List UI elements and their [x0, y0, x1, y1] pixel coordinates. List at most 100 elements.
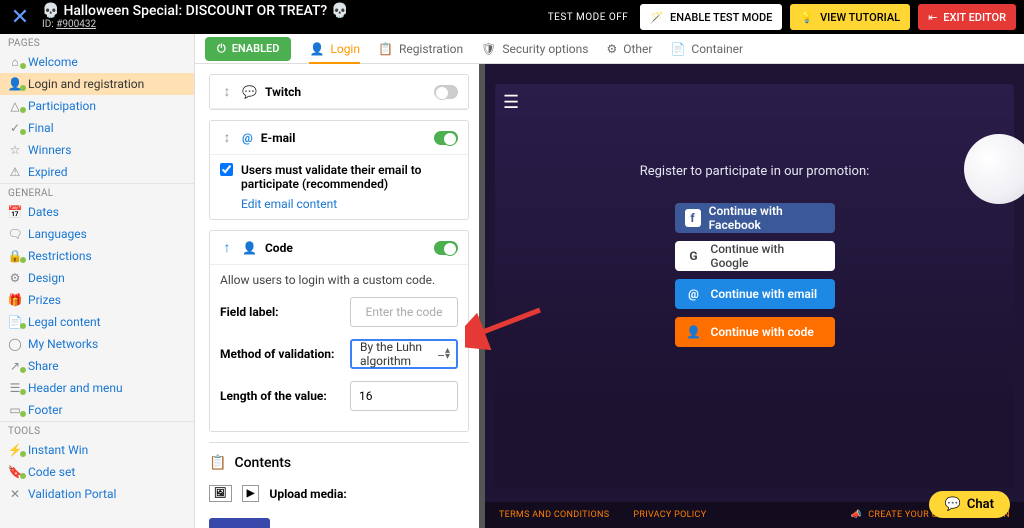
sidebar-item-networks[interactable]: ◯My Networks: [0, 333, 194, 355]
sidebar-section-tools: TOOLS: [0, 421, 194, 439]
config-panel: ↕ 💬 Twitch ↕ @ E-mail: [195, 64, 485, 528]
code-description: Allow users to login with a custom code.: [220, 273, 458, 287]
person-icon: 👤: [242, 241, 257, 255]
twitch-icon: 💬: [242, 85, 257, 99]
image-icon[interactable]: 🖼: [209, 485, 232, 502]
select-value: By the Luhn algorithm: [360, 340, 434, 368]
tab-login[interactable]: 👤Login: [309, 34, 360, 63]
video-icon[interactable]: ▶: [242, 485, 260, 502]
view-tutorial-button[interactable]: 💡 VIEW TUTORIAL: [790, 4, 910, 30]
facebook-icon: f: [685, 209, 701, 227]
sidebar-item-footer[interactable]: ▭Footer: [0, 399, 194, 421]
network-icon: ◯: [8, 337, 22, 351]
tab-other[interactable]: ⚙Other: [606, 34, 652, 63]
chat-icon: 💬: [945, 497, 961, 512]
moon-graphic: [964, 134, 1024, 204]
shield-icon: 🛡: [481, 42, 496, 56]
save-button[interactable]: SAVE: [209, 518, 270, 528]
promo-id: ID: #900432: [42, 19, 349, 30]
sidebar-item-prizes[interactable]: 🎁Prizes: [0, 289, 194, 311]
exit-editor-button[interactable]: ⇤ EXIT EDITOR: [918, 4, 1016, 30]
power-icon: ⏻: [217, 42, 226, 56]
close-editor-icon[interactable]: ✕: [8, 5, 32, 29]
sidebar-item-dates[interactable]: 📅Dates: [0, 201, 194, 223]
sidebar-item-welcome[interactable]: ⌂Welcome: [0, 51, 194, 73]
exit-icon: ⇤: [928, 11, 937, 24]
tab-enabled-toggle[interactable]: ⏻ENABLED: [205, 37, 291, 61]
sidebar-item-login-registration[interactable]: 👤Login and registration: [0, 73, 194, 95]
drag-handle-icon[interactable]: ↕: [220, 83, 234, 100]
upload-media-row: 🖼 ▶ Upload media:: [209, 477, 469, 510]
privacy-link[interactable]: PRIVACY POLICY: [633, 510, 706, 520]
bulb-icon: 💡: [800, 11, 814, 24]
sidebar-item-restrictions[interactable]: 🔒Restrictions: [0, 245, 194, 267]
gift-icon: 🎁: [8, 293, 22, 307]
gear-icon: ⚙: [606, 42, 617, 56]
sidebar-item-code-set[interactable]: 🔖Code set: [0, 461, 194, 483]
skull-icon: 💀: [42, 4, 59, 19]
page-title: 💀 Halloween Special: DISCOUNT OR TREAT? …: [42, 4, 349, 19]
register-title: Register to participate in our promotion…: [640, 164, 870, 179]
tab-registration[interactable]: 📋Registration: [378, 34, 463, 63]
sidebar-item-design[interactable]: ⚙Design: [0, 267, 194, 289]
enable-test-mode-button[interactable]: 🪄 ENABLE TEST MODE: [640, 4, 782, 30]
tab-container[interactable]: 📄Container: [670, 34, 743, 63]
globe-icon: 🗨: [8, 227, 22, 241]
tabs: ⏻ENABLED 👤Login 📋Registration 🛡Security …: [195, 34, 1024, 64]
sidebar-item-expired[interactable]: ⚠Expired: [0, 161, 194, 183]
terms-link[interactable]: TERMS AND CONDITIONS: [499, 510, 609, 520]
login-method-twitch: ↕ 💬 Twitch: [209, 74, 469, 110]
method-validation-select[interactable]: By the Luhn algorithm ▴▾: [350, 339, 458, 369]
toggle-twitch[interactable]: [434, 85, 458, 99]
drag-handle-icon[interactable]: ↕: [220, 129, 234, 146]
sidebar-item-header-menu[interactable]: ☰Header and menu: [0, 377, 194, 399]
hamburger-icon[interactable]: ☰: [503, 92, 519, 113]
card-label: Twitch: [265, 85, 426, 99]
login-method-code: ↑ 👤 Code Allow users to login with a cus…: [209, 230, 469, 432]
promo-id-link[interactable]: #900432: [56, 19, 96, 30]
field-label-label: Field label:: [220, 305, 350, 319]
continue-code-button[interactable]: 👤Continue with code: [675, 317, 835, 347]
toggle-email[interactable]: [434, 131, 458, 145]
caret-icon: ▴▾: [445, 348, 450, 360]
sidebar-item-participation[interactable]: △Participation: [0, 95, 194, 117]
star-icon: ☆: [8, 143, 22, 157]
sidebar-item-legal[interactable]: 📄Legal content: [0, 311, 194, 333]
page-icon: 📄: [670, 42, 685, 56]
sidebar-section-general: GENERAL: [0, 183, 194, 201]
validate-email-text: Users must validate their email to parti…: [241, 163, 458, 191]
google-icon: G: [685, 247, 703, 265]
sidebar-item-winners[interactable]: ☆Winners: [0, 139, 194, 161]
length-input[interactable]: [350, 381, 458, 411]
login-method-email: ↕ @ E-mail Users must validate their ema…: [209, 120, 469, 220]
tab-security[interactable]: 🛡Security options: [481, 34, 588, 63]
at-icon: @: [242, 131, 253, 145]
megaphone-icon: 📣: [851, 510, 863, 520]
sidebar-item-share[interactable]: ↗Share: [0, 355, 194, 377]
user-icon: 👤: [309, 42, 324, 56]
sidebar-section-pages: PAGES: [0, 34, 194, 51]
edit-email-content-link[interactable]: Edit email content: [241, 197, 337, 211]
checkbox-validate-email[interactable]: [220, 163, 233, 176]
sidebar-item-instant-win[interactable]: ⚡Instant Win: [0, 439, 194, 461]
warning-icon: ⚠: [8, 165, 22, 179]
drag-handle-icon[interactable]: ↑: [220, 239, 234, 256]
length-label: Length of the value:: [220, 389, 350, 403]
email-icon: @: [685, 285, 703, 303]
sidebar-item-final[interactable]: ✓Final: [0, 117, 194, 139]
continue-facebook-button[interactable]: fContinue with Facebook: [675, 203, 835, 233]
field-label-input[interactable]: [350, 297, 458, 327]
sidebar: PAGES ⌂Welcome 👤Login and registration △…: [0, 34, 195, 528]
validation-icon: ✕: [8, 487, 22, 501]
continue-google-button[interactable]: GContinue with Google: [675, 241, 835, 271]
skull-icon: 💀: [331, 4, 348, 19]
sidebar-item-languages[interactable]: 🗨Languages: [0, 223, 194, 245]
form-icon: 📋: [378, 42, 393, 56]
toggle-code[interactable]: [434, 241, 458, 255]
code-icon: 👤: [685, 323, 703, 341]
chat-button[interactable]: 💬Chat: [929, 491, 1010, 518]
card-label: Code: [265, 241, 426, 255]
continue-email-button[interactable]: @Continue with email: [675, 279, 835, 309]
sidebar-item-validation-portal[interactable]: ✕Validation Portal: [0, 483, 194, 505]
clipboard-icon: 📋: [209, 455, 226, 471]
